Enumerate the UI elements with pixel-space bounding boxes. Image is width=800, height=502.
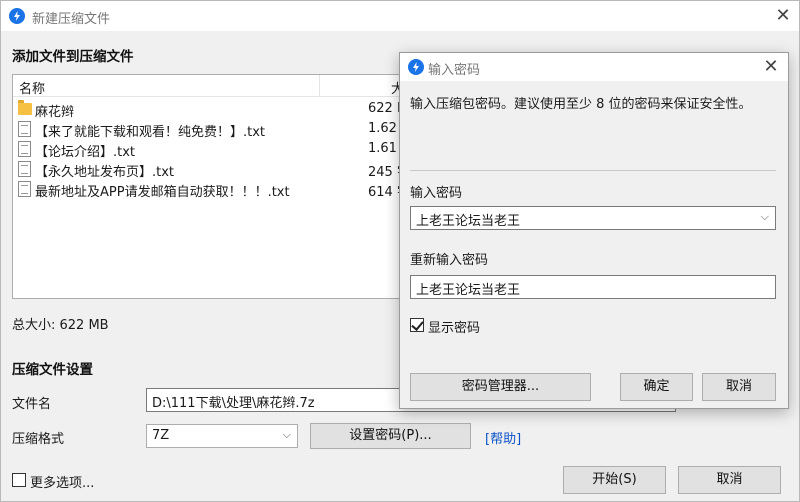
dialog-title: 输入密码 [428,63,481,78]
item-name: 【论坛介绍】.txt [35,145,136,160]
password-manager-button[interactable]: 密码管理器... [410,373,591,401]
add-files-header: 添加文件到压缩文件 [12,49,134,65]
item-name: 最新地址及APP请发邮箱自动获取！！！.txt [35,185,290,200]
set-password-button[interactable]: 设置密码(P)... [310,423,471,449]
text-file-icon [18,121,31,137]
list-item[interactable]: 麻花辫 622 M [13,99,431,120]
show-password-checkbox[interactable] [410,318,424,332]
filename-label: 文件名 [12,397,52,412]
column-header-name[interactable]: 名称 [19,78,45,97]
archive-settings-header: 压缩文件设置 [12,362,93,378]
help-link[interactable]: [帮助] [485,428,521,447]
reenter-password-label: 重新输入密码 [410,253,489,268]
item-name: 【永久地址发布页】.txt [35,165,175,180]
more-options-checkbox[interactable] [12,473,26,487]
cancel-button[interactable]: 取消 [678,466,781,494]
chevron-down-icon[interactable]: ⌵ [761,210,769,224]
close-icon[interactable]: ✕ [773,6,793,26]
text-file-icon [18,161,31,177]
dialog-close-icon[interactable]: ✕ [761,57,781,77]
column-divider[interactable] [319,75,320,97]
item-size: 1.61 [368,141,397,156]
password-value: 上老王论坛当老王 [416,214,521,229]
reenter-password-input[interactable]: 上老王论坛当老王 [410,275,776,299]
dialog-description: 输入压缩包密码。建议使用至少 8 位的密码来保证安全性。 [410,97,752,112]
format-select-value: 7Z [152,428,170,443]
item-name: 【来了就能下载和观看！纯免费！】.txt [35,125,266,140]
window-title: 新建压缩文件 [32,12,111,27]
password-combo[interactable]: 上老王论坛当老王 ⌵ [410,206,776,230]
title-bar: 新建压缩文件 ✕ [1,1,799,31]
total-size-label: 总大小: 622 MB [12,318,109,333]
show-password-label[interactable]: 显示密码 [428,317,480,336]
start-button[interactable]: 开始(S) [563,466,666,494]
text-file-icon [18,141,31,157]
folder-icon [18,100,32,115]
item-name: 麻花辫 [35,105,75,120]
app-logo-icon [9,8,25,24]
app-logo-icon [408,59,424,75]
ok-button[interactable]: 确定 [620,373,693,401]
dialog-cancel-button[interactable]: 取消 [702,373,776,401]
file-list-header: 名称 大 [13,75,431,97]
list-item[interactable]: 【来了就能下载和观看！纯免费！】.txt 1.62 [13,119,431,140]
list-item[interactable]: 最新地址及APP请发邮箱自动获取！！！.txt 614 字 [13,179,431,200]
more-options-label[interactable]: 更多选项... [30,472,94,491]
dialog-title-bar: 输入密码 ✕ [400,53,788,81]
file-list[interactable]: 名称 大 麻花辫 622 M 【来了就能下载和观看！纯免费！】.txt 1.62… [12,74,432,299]
list-item[interactable]: 【永久地址发布页】.txt 245 字 [13,159,431,180]
divider [410,170,776,171]
format-select[interactable]: 7Z ⌵ [146,424,298,448]
item-size: 1.62 [368,121,397,136]
format-label: 压缩格式 [12,432,65,447]
password-dialog: 输入密码 ✕ 输入压缩包密码。建议使用至少 8 位的密码来保证安全性。 输入密码… [399,52,789,409]
password-label: 输入密码 [410,186,463,201]
text-file-icon [18,181,31,197]
chevron-down-icon: ⌵ [282,428,291,441]
list-item[interactable]: 【论坛介绍】.txt 1.61 [13,139,431,160]
